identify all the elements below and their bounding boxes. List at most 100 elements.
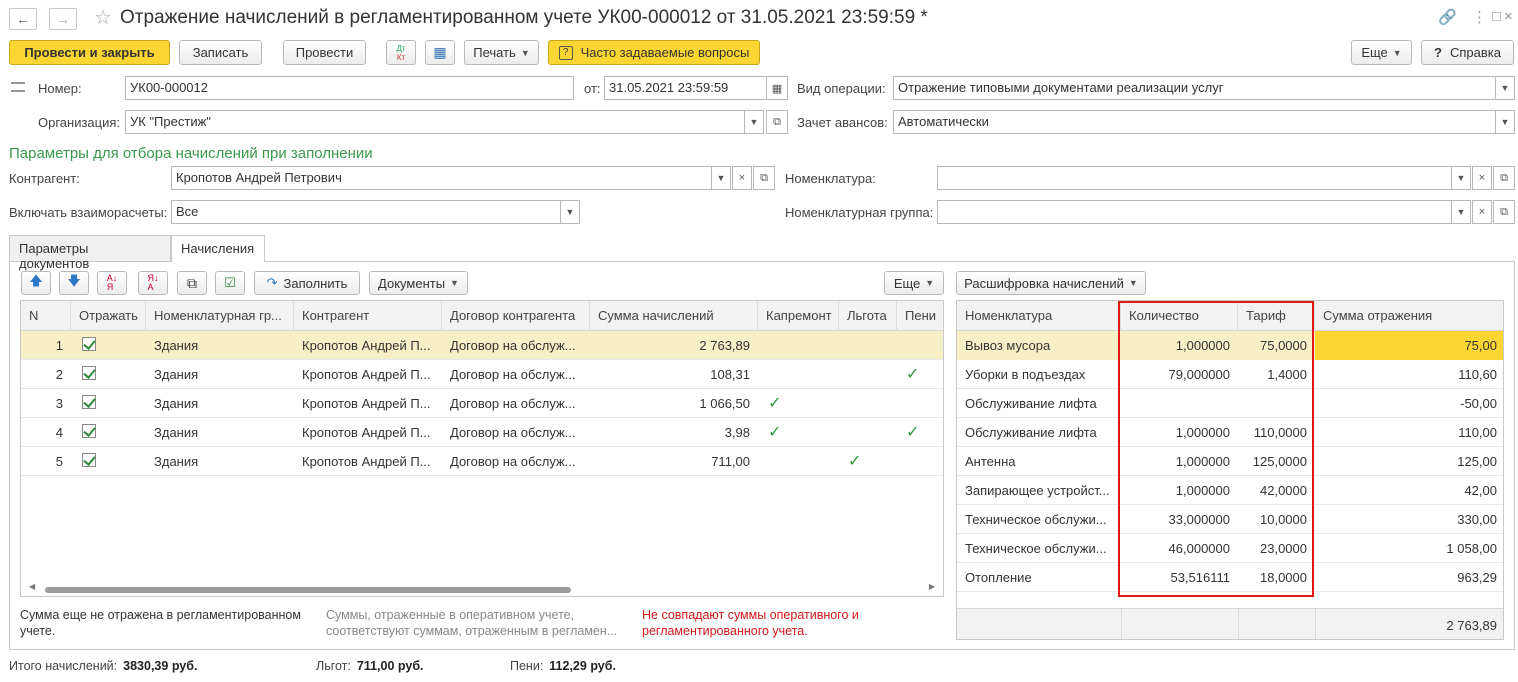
org-field[interactable]: УК "Престиж" — [125, 110, 745, 134]
counterparty-dropdown-button[interactable]: ▼ — [711, 166, 731, 190]
dt-kt-button[interactable]: Дт Кт — [386, 40, 416, 65]
menu-dots-icon[interactable]: ⋮ — [1472, 8, 1487, 26]
print-button[interactable]: Печать ▼ — [464, 40, 539, 65]
left-more-label: Еще — [893, 275, 921, 291]
write-button[interactable]: Записать — [179, 40, 262, 65]
kapremont-check-icon: ✓ — [768, 424, 782, 441]
post-button[interactable]: Провести — [283, 40, 366, 65]
comment-icon[interactable] — [11, 82, 25, 92]
table-row[interactable]: 1 Здания Кропотов Андрей П... Договор на об… — [21, 331, 943, 360]
op-type-select[interactable]: Отражение типовыми документами реализаци… — [893, 76, 1496, 100]
col-contract[interactable]: Договор контрагента — [442, 301, 590, 331]
col-n[interactable]: N — [21, 301, 71, 331]
org-open-button[interactable]: ⧉ — [766, 110, 788, 134]
back-button[interactable]: ← — [9, 8, 37, 30]
counterparty-open-button[interactable]: ⧉ — [753, 166, 775, 190]
dt-label: Дт — [396, 43, 406, 53]
table-row[interactable]: 2 Здания Кропотов Андрей П... Договор на об… — [21, 360, 943, 389]
counterparty-field[interactable]: Кропотов Андрей Петрович — [171, 166, 712, 190]
col-benefit[interactable]: Льгота — [839, 301, 897, 331]
advance-dropdown-button[interactable]: ▼ — [1495, 110, 1515, 134]
reflect-checkbox[interactable] — [82, 453, 96, 467]
scroll-right-icon[interactable]: ▶ — [929, 582, 935, 591]
table-row[interactable]: 3 Здания Кропотов Андрей П... Договор на об… — [21, 389, 943, 418]
op-type-dropdown-button[interactable]: ▼ — [1495, 76, 1515, 100]
forward-button[interactable]: → — [49, 8, 77, 30]
check-all-icon: ☑ — [224, 275, 236, 290]
copy-button[interactable]: ⧉ — [177, 271, 207, 295]
nom-group-open-button[interactable]: ⧉ — [1493, 200, 1515, 224]
sort-asc-button[interactable]: А↓ Я — [97, 271, 127, 295]
tab-document-params[interactable]: Параметры документов — [9, 235, 171, 271]
decode-label: Расшифровка начислений — [964, 275, 1124, 291]
move-down-button[interactable]: 🡇 — [59, 271, 89, 295]
help-button[interactable]: ? Справка — [1421, 40, 1514, 65]
settlements-select[interactable]: Все — [171, 200, 561, 224]
col-counterparty[interactable]: Контрагент — [294, 301, 442, 331]
documents-button[interactable]: Документы ▼ — [369, 271, 468, 295]
horizontal-scrollbar[interactable]: ◀ ▶ — [21, 582, 943, 596]
settlements-dropdown-button[interactable]: ▼ — [560, 200, 580, 224]
chevron-down-icon: ▼ — [1128, 278, 1138, 288]
reflect-sum-cell: 1 058,00 — [1446, 541, 1497, 556]
decode-accruals-button[interactable]: Расшифровка начислений ▼ — [956, 271, 1146, 295]
col-reflect[interactable]: Отражать — [71, 301, 146, 331]
faq-button[interactable]: ? Часто задаваемые вопросы — [548, 40, 760, 65]
left-more-button[interactable]: Еще ▼ — [884, 271, 944, 295]
reflect-checkbox[interactable] — [82, 424, 96, 438]
accruals-table[interactable]: N Отражать Номенклатурная гр... Контраге… — [20, 300, 944, 597]
date-field[interactable]: 31.05.2021 23:59:59 — [604, 76, 767, 100]
col-nomenclature[interactable]: Номенклатура — [957, 301, 1121, 331]
table-row[interactable]: 5 Здания Кропотов Андрей П... Договор на об… — [21, 447, 943, 476]
fill-button[interactable]: ↷ Заполнить — [254, 271, 360, 295]
sum-cell: 3,98 — [724, 425, 750, 440]
more-label: Еще — [1361, 45, 1388, 60]
table-row[interactable]: 4 Здания Кропотов Андрей П... Договор на об… — [21, 418, 943, 447]
clear-icon: × — [1478, 172, 1486, 184]
col-sum[interactable]: Сумма начислений — [590, 301, 758, 331]
select-all-button[interactable]: ☑ — [215, 271, 245, 295]
star-icon[interactable]: ☆ — [94, 5, 112, 30]
counterparty-clear-button[interactable]: × — [732, 166, 752, 190]
calendar-button[interactable]: ▦ — [766, 76, 788, 100]
structure-button[interactable]: ▦ — [425, 40, 455, 65]
sort-desc-button[interactable]: Я↓ А — [138, 271, 168, 295]
number-field[interactable]: УК00-000012 — [125, 76, 574, 100]
col-nom-group[interactable]: Номенклатурная гр... — [146, 301, 294, 331]
scroll-left-icon[interactable]: ◀ — [29, 582, 35, 591]
scrollbar-thumb[interactable] — [45, 587, 571, 593]
contract-cell: Договор на обслуж... — [450, 396, 576, 411]
total-accruals: Итого начислений: 3830,39 руб. — [9, 659, 197, 673]
nom-group-clear-button[interactable]: × — [1472, 200, 1492, 224]
more-button[interactable]: Еще ▼ — [1351, 40, 1412, 65]
sum-cell: 2 763,89 — [699, 338, 750, 353]
settlements-label: Включать взаиморасчеты: — [9, 205, 168, 220]
post-and-close-button[interactable]: Провести и закрыть — [9, 40, 170, 65]
reflect-checkbox[interactable] — [82, 366, 96, 380]
close-icon[interactable]: × — [1504, 8, 1513, 25]
counterparty-cell: Кропотов Андрей П... — [302, 425, 431, 440]
sort-desc-icon: Я↓ А — [147, 273, 159, 292]
move-up-button[interactable]: 🡅 — [21, 271, 51, 295]
status-not-reflected: Сумма еще не отражена в регламентированн… — [20, 608, 301, 638]
nomenclature-open-button[interactable]: ⧉ — [1493, 166, 1515, 190]
nomenclature-field[interactable] — [937, 166, 1452, 190]
col-reflect-sum[interactable]: Сумма отражения — [1315, 301, 1503, 331]
nom-group-field[interactable] — [937, 200, 1452, 224]
filter-heading: Параметры для отбора начислений при запо… — [9, 145, 373, 162]
reflect-checkbox[interactable] — [82, 337, 96, 351]
nomenclature-dropdown-button[interactable]: ▼ — [1451, 166, 1471, 190]
maximize-icon[interactable]: □ — [1492, 8, 1501, 25]
advance-select[interactable]: Автоматически — [893, 110, 1496, 134]
nom-group-dropdown-button[interactable]: ▼ — [1451, 200, 1471, 224]
col-penalty[interactable]: Пени — [897, 301, 943, 331]
org-dropdown-button[interactable]: ▼ — [744, 110, 764, 134]
nomenclature-cell: Техническое обслужи... — [965, 541, 1107, 556]
reflect-checkbox[interactable] — [82, 395, 96, 409]
nomenclature-clear-button[interactable]: × — [1472, 166, 1492, 190]
chevron-down-icon: ▼ — [1500, 117, 1510, 127]
col-kapremont[interactable]: Капремонт — [758, 301, 839, 331]
link-icon[interactable]: 🔗 — [1438, 8, 1457, 26]
chevron-down-icon: ▼ — [925, 278, 935, 288]
tab-accruals[interactable]: Начисления — [171, 235, 265, 262]
